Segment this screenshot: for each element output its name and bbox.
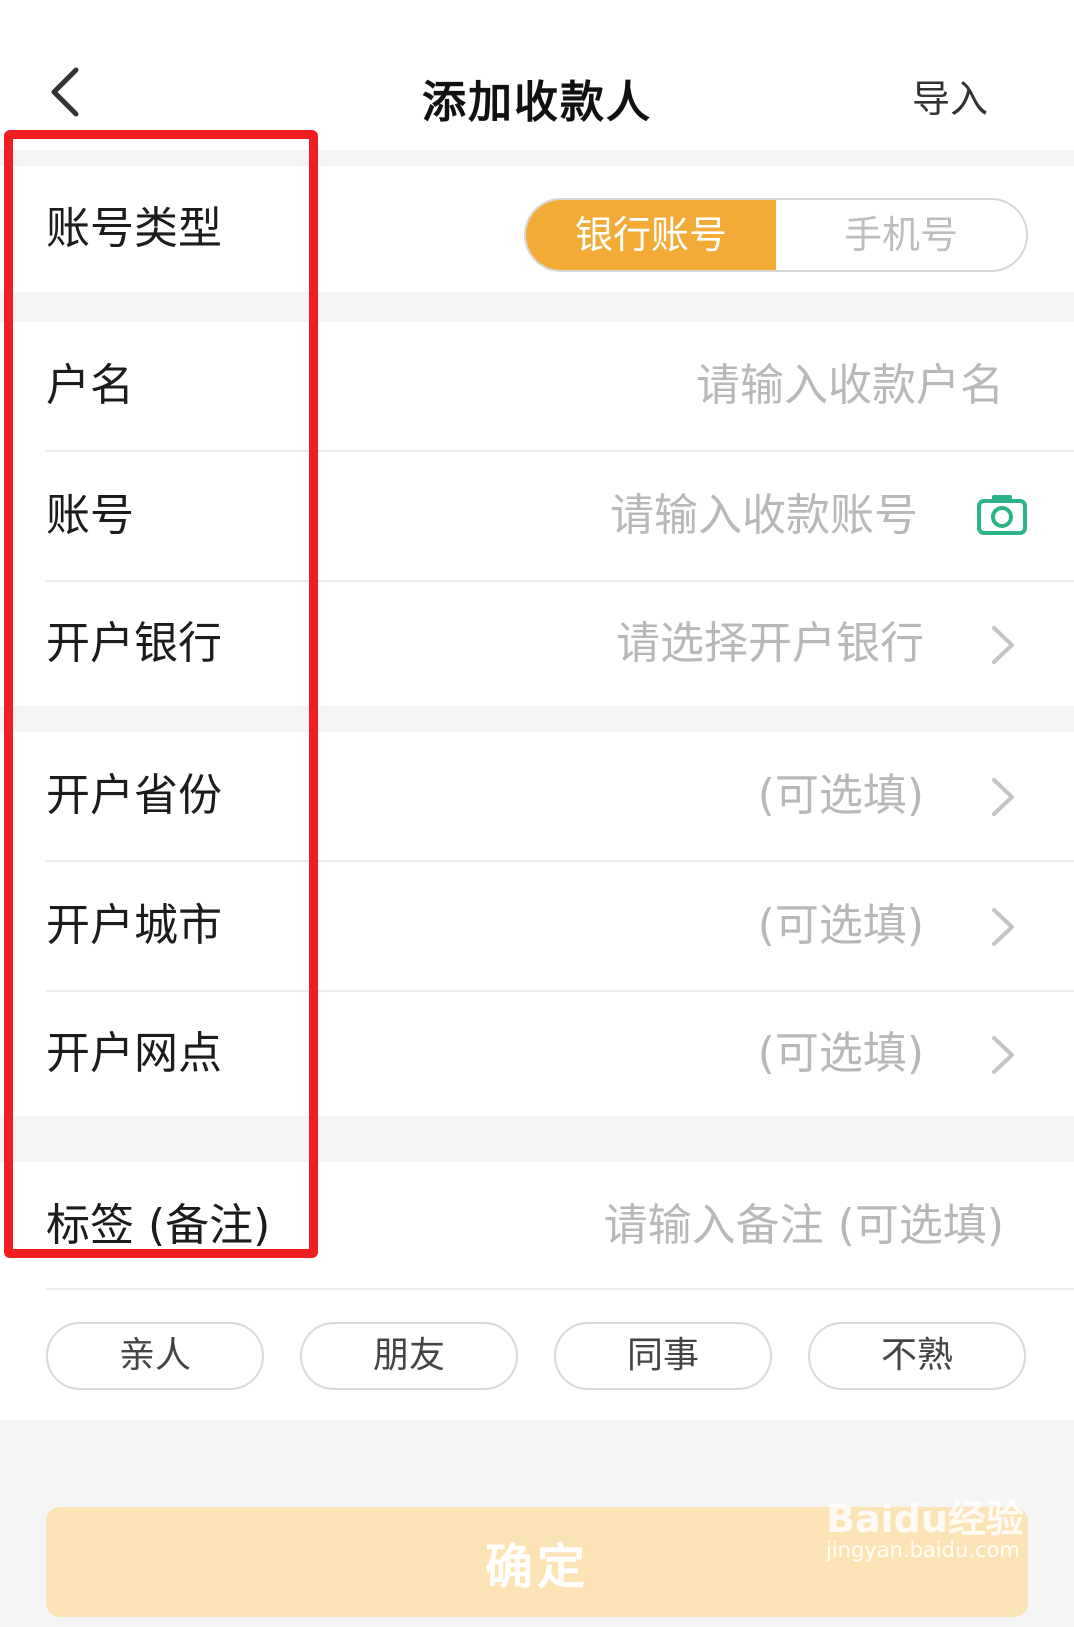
city-label: 开户城市 xyxy=(46,900,222,951)
account-type-toggle[interactable]: 银行账号 手机号 xyxy=(524,198,1028,272)
province-label: 开户省份 xyxy=(46,770,222,821)
bank-label: 开户银行 xyxy=(46,618,222,669)
confirm-button[interactable]: 确定 xyxy=(46,1507,1028,1617)
account-info-section: 户名 请输入收款户名 账号 请输入收款账号 开户银行 请选择开户银行 xyxy=(0,322,1074,706)
chevron-right-icon xyxy=(992,908,1014,946)
account-input[interactable]: 请输入收款账号 xyxy=(610,452,918,580)
city-row[interactable]: 开户城市 (可选填) xyxy=(0,862,1074,990)
remark-row[interactable]: 标签 (备注) 请输入备注 (可选填) xyxy=(0,1162,1074,1290)
tag-friend[interactable]: 朋友 xyxy=(300,1322,518,1390)
branch-row[interactable]: 开户网点 (可选填) xyxy=(0,990,1074,1118)
chevron-right-icon xyxy=(992,626,1014,664)
account-label: 账号 xyxy=(46,490,134,541)
quick-tags: 亲人 朋友 同事 不熟 xyxy=(0,1290,1074,1420)
import-button[interactable]: 导入 xyxy=(912,68,988,123)
phone-number-option[interactable]: 手机号 xyxy=(776,200,1026,270)
branch-select[interactable]: (可选填) xyxy=(758,990,924,1118)
header-bar: 添加收款人 导入 xyxy=(0,0,1074,150)
remark-input[interactable]: 请输入备注 (可选填) xyxy=(604,1162,1004,1290)
name-input[interactable]: 请输入收款户名 xyxy=(696,322,1004,450)
remark-label: 标签 (备注) xyxy=(46,1200,271,1251)
name-label: 户名 xyxy=(46,360,134,411)
tag-family[interactable]: 亲人 xyxy=(46,1322,264,1390)
name-row[interactable]: 户名 请输入收款户名 xyxy=(0,322,1074,450)
account-type-label: 账号类型 xyxy=(46,203,222,254)
province-select[interactable]: (可选填) xyxy=(758,732,924,860)
branch-label: 开户网点 xyxy=(46,1028,222,1079)
bank-location-section: 开户省份 (可选填) 开户城市 (可选填) 开户网点 (可选填) xyxy=(0,732,1074,1116)
province-row[interactable]: 开户省份 (可选填) xyxy=(0,732,1074,860)
bank-row[interactable]: 开户银行 请选择开户银行 xyxy=(0,580,1074,708)
tag-stranger[interactable]: 不熟 xyxy=(808,1322,1026,1390)
chevron-right-icon xyxy=(992,1036,1014,1074)
account-row[interactable]: 账号 请输入收款账号 xyxy=(0,452,1074,580)
bank-account-option[interactable]: 银行账号 xyxy=(526,200,776,270)
bank-select[interactable]: 请选择开户银行 xyxy=(616,580,924,708)
camera-icon[interactable] xyxy=(976,492,1028,536)
city-select[interactable]: (可选填) xyxy=(758,862,924,990)
tag-colleague[interactable]: 同事 xyxy=(554,1322,772,1390)
remark-section: 标签 (备注) 请输入备注 (可选填) xyxy=(0,1162,1074,1290)
chevron-right-icon xyxy=(992,778,1014,816)
